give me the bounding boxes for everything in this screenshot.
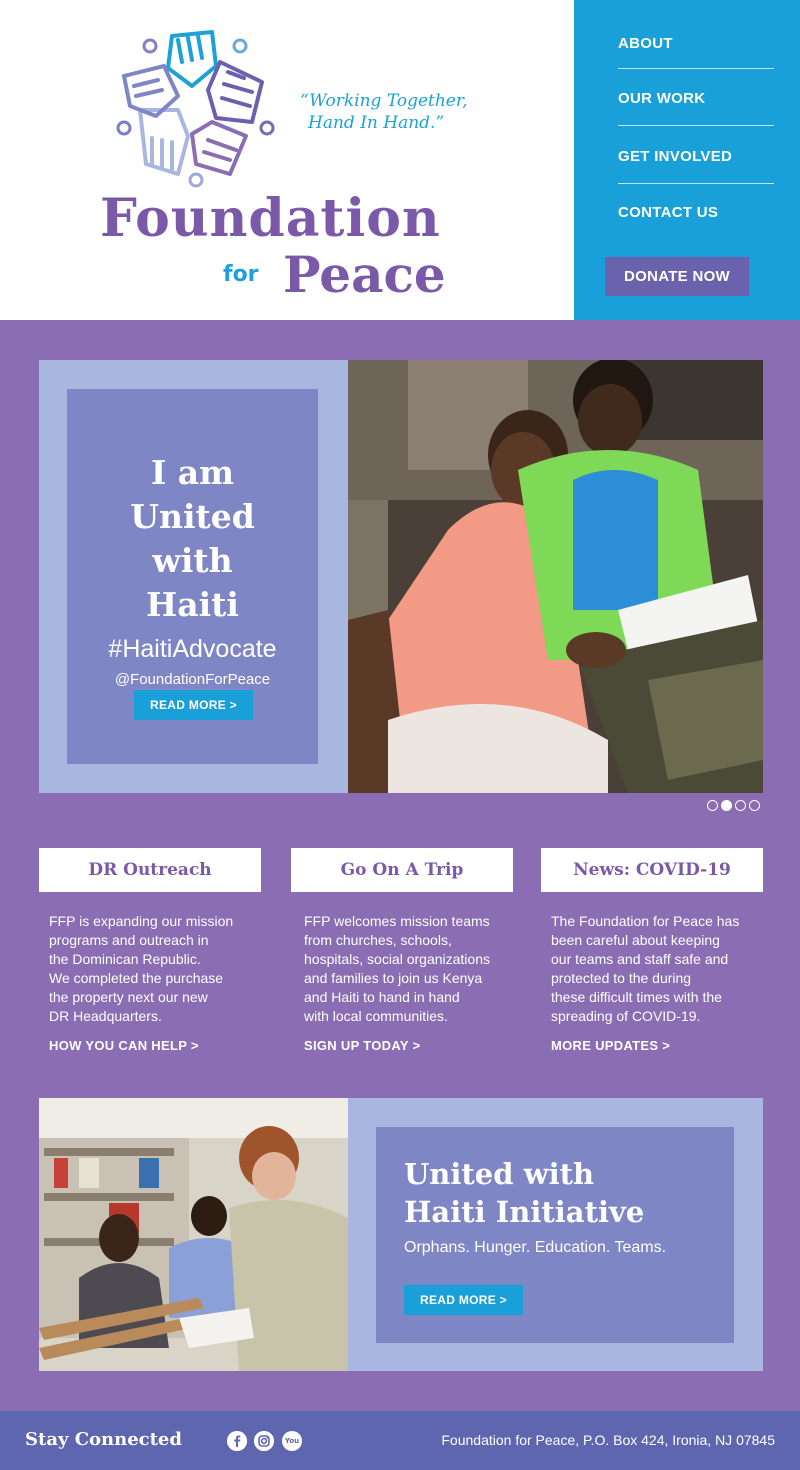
initiative-title-line: United with (404, 1157, 595, 1191)
slider-pagination (707, 800, 760, 811)
hero-text-panel: I am United with Haiti #HaitiAdvocate @F… (67, 389, 318, 764)
hero-photo (348, 360, 763, 793)
initiative-photo (39, 1098, 348, 1371)
card-body-line: been careful about keeping (551, 932, 720, 948)
card-body-line: FFP welcomes mission teams (304, 913, 490, 929)
initiative-text-panel: United with Haiti Initiative Orphans. Hu… (376, 1127, 734, 1343)
card-body-line: The Foundation for Peace has (551, 913, 740, 929)
initiative-read-more-button[interactable]: READ MORE > (404, 1285, 523, 1315)
nav-item-contact-us[interactable]: CONTACT US (618, 204, 774, 221)
hero-handle: @FoundationForPeace (114, 671, 271, 688)
tagline-line-1: “Working Together, (300, 91, 468, 111)
donate-now-button[interactable]: DONATE NOW (605, 257, 749, 296)
hero-title-line: with (152, 541, 233, 580)
tagline-line-2: Hand In Hand.” (308, 113, 445, 133)
hero-read-more-button[interactable]: READ MORE > (134, 690, 253, 720)
slide-dot-2[interactable] (721, 800, 732, 811)
card-body-line: DR Headquarters. (49, 1008, 162, 1024)
card-body: FFP is expanding our mission programs an… (39, 912, 261, 1026)
card-body-line: We completed the purchase (49, 970, 224, 986)
more-updates-link[interactable]: MORE UPDATES > (551, 1038, 670, 1053)
card-body-line: and Haiti to hand in hand (304, 989, 460, 1005)
nav-divider (618, 183, 774, 184)
initiative-title: United with Haiti Initiative (404, 1155, 644, 1231)
nav-item-get-involved[interactable]: GET INVOLVED (618, 148, 774, 165)
card-body: The Foundation for Peace has been carefu… (541, 912, 763, 1026)
logo-wordmark-for[interactable]: for (223, 262, 259, 287)
hero-title-line: I am (150, 453, 235, 492)
card-title[interactable]: DR Outreach (39, 848, 261, 892)
nav-divider (618, 68, 774, 69)
card-body-line: from churches, schools, (304, 932, 452, 948)
stay-connected-label: Stay Connected (25, 1429, 182, 1450)
slide-dot-4[interactable] (749, 800, 760, 811)
instagram-icon[interactable] (254, 1431, 274, 1451)
card-body-line: with local communities. (304, 1008, 448, 1024)
card-news-covid: News: COVID-19 The Foundation for Peace … (541, 848, 763, 1053)
youtube-icon-text: You (284, 1437, 300, 1445)
card-body-line: the Dominican Republic. (49, 951, 201, 967)
sign-up-today-link[interactable]: SIGN UP TODAY > (304, 1038, 420, 1053)
card-body-line: these difficult times with the (551, 989, 722, 1005)
card-dr-outreach: DR Outreach FFP is expanding our mission… (39, 848, 261, 1053)
hero-slider: I am United with Haiti #HaitiAdvocate @F… (39, 360, 763, 793)
card-body-line: hospitals, social organizations (304, 951, 490, 967)
nav-item-about[interactable]: ABOUT (618, 35, 774, 52)
card-body-line: protected to the during (551, 970, 692, 986)
card-body-line: the property next our new (49, 989, 208, 1005)
initiative-banner: United with Haiti Initiative Orphans. Hu… (39, 1098, 763, 1371)
logo-hands-icon[interactable] (112, 26, 276, 190)
facebook-icon[interactable] (227, 1431, 247, 1451)
nav-item-our-work[interactable]: OUR WORK (618, 90, 774, 107)
initiative-title-line: Haiti Initiative (404, 1195, 645, 1229)
hero-title-line: United (130, 497, 255, 536)
slide-dot-3[interactable] (735, 800, 746, 811)
card-title[interactable]: News: COVID-19 (541, 848, 763, 892)
card-body: FFP welcomes mission teams from churches… (291, 912, 513, 1026)
card-body-line: and families to join us Kenya (304, 970, 483, 986)
slide-dot-1[interactable] (707, 800, 718, 811)
card-go-on-a-trip: Go On A Trip FFP welcomes mission teams … (291, 848, 513, 1053)
initiative-subtitle: Orphans. Hunger. Education. Teams. (404, 1239, 667, 1256)
logo-wordmark-peace[interactable]: Peace (283, 244, 446, 306)
youtube-icon[interactable]: You (282, 1431, 302, 1451)
nav-divider (618, 125, 774, 126)
footer-address: Foundation for Peace, P.O. Box 424, Iron… (441, 1432, 775, 1448)
main-nav: ABOUT OUR WORK GET INVOLVED CONTACT US D… (574, 0, 800, 320)
card-body-line: FFP is expanding our mission (49, 913, 234, 929)
hero-title: I am United with Haiti (67, 451, 318, 627)
card-body-line: programs and outreach in (49, 932, 209, 948)
card-title[interactable]: Go On A Trip (291, 848, 513, 892)
how-you-can-help-link[interactable]: HOW YOU CAN HELP > (49, 1038, 199, 1053)
hero-title-line: Haiti (146, 585, 239, 624)
logo-wordmark-foundation[interactable]: Foundation (100, 188, 441, 250)
hero-hashtag: #HaitiAdvocate (108, 635, 277, 663)
tagline: “Working Together, Hand In Hand.” (300, 90, 500, 134)
card-body-line: spreading of COVID-19. (551, 1008, 701, 1024)
card-body-line: our teams and staff safe and (551, 951, 729, 967)
site-footer: Stay Connected You Foundation for Peace,… (0, 1411, 800, 1470)
